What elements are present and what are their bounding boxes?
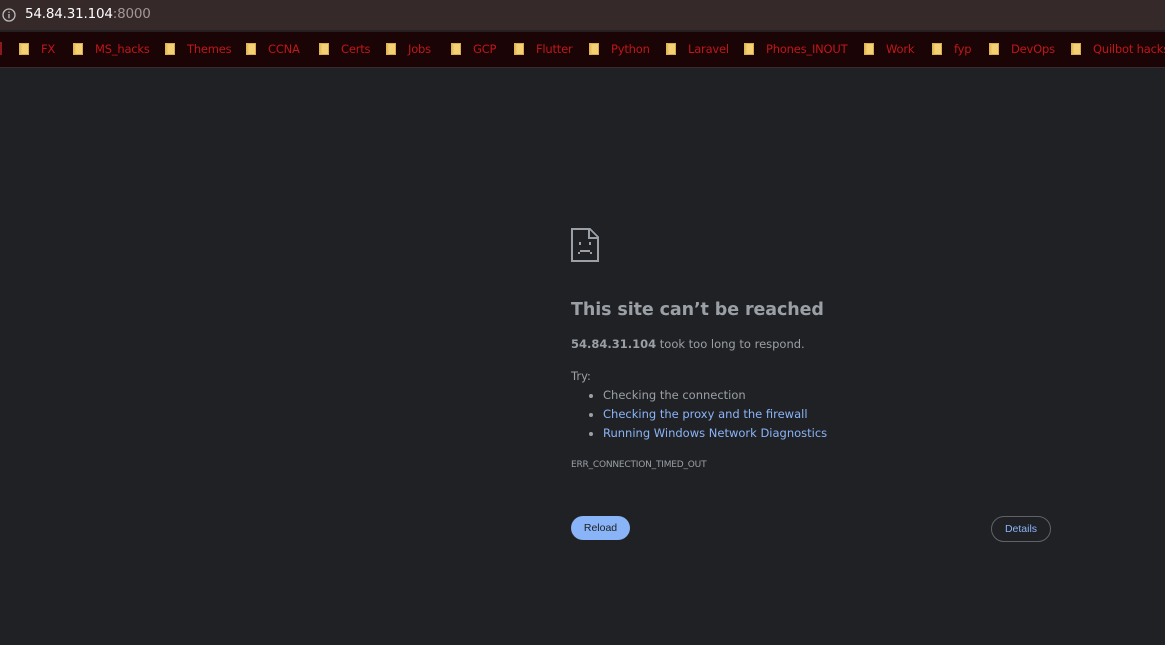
bookmark-label: Work xyxy=(886,42,915,56)
bookmark-item[interactable]: Quilbot hacks xyxy=(1071,40,1165,58)
bookmark-label: FX xyxy=(41,42,56,56)
suggestion-check-proxy-link[interactable]: Checking the proxy and the firewall xyxy=(571,406,827,425)
error-description-suffix: took too long to respond. xyxy=(656,337,805,351)
try-label: Try: xyxy=(571,369,591,383)
reload-button[interactable]: Reload xyxy=(571,516,630,540)
address-bar[interactable]: 54.84.31.104:8000 xyxy=(0,0,1165,31)
bookmark-label: Quilbot hacks xyxy=(1093,42,1165,56)
bookmark-item[interactable]: Python xyxy=(589,40,650,58)
browser-window: 54.84.31.104:8000 FX MS_hacks Themes CCNA Ce… xyxy=(0,0,1165,645)
folder-icon xyxy=(864,43,874,55)
folder-icon xyxy=(246,43,256,55)
bookmark-label: Themes xyxy=(187,42,232,56)
folder-icon xyxy=(514,43,524,55)
bookmark-label: CCNA xyxy=(268,42,300,56)
url-text[interactable]: 54.84.31.104:8000 xyxy=(25,6,151,22)
suggestions-list: Checking the connection Checking the pro… xyxy=(571,387,827,444)
details-button[interactable]: Details xyxy=(991,516,1051,542)
suggestion-check-connection: Checking the connection xyxy=(571,387,827,406)
bookmark-item[interactable]: Certs xyxy=(319,40,371,58)
suggestion-network-diagnostics-link[interactable]: Running Windows Network Diagnostics xyxy=(571,425,827,444)
folder-icon xyxy=(666,43,676,55)
error-code: ERR_CONNECTION_TIMED_OUT xyxy=(571,460,707,470)
error-host: 54.84.31.104 xyxy=(571,337,657,351)
bookmark-label: Jobs xyxy=(408,42,431,56)
folder-icon xyxy=(19,43,29,55)
bookmark-overflow-edge xyxy=(0,42,2,55)
sad-page-icon xyxy=(571,228,599,262)
bookmark-item[interactable]: Jobs xyxy=(386,40,431,58)
bookmark-item[interactable]: Work xyxy=(864,40,915,58)
folder-icon xyxy=(73,43,83,55)
bookmark-item[interactable]: Flutter xyxy=(514,40,573,58)
folder-icon xyxy=(386,43,396,55)
folder-icon xyxy=(165,43,175,55)
url-host: 54.84.31.104 xyxy=(25,6,113,22)
bookmark-item[interactable]: Phones_INOUT xyxy=(744,40,848,58)
folder-icon xyxy=(589,43,599,55)
bookmark-label: Phones_INOUT xyxy=(766,42,848,56)
bookmarks-bar: FX MS_hacks Themes CCNA Certs Jobs GCP Flutter P… xyxy=(0,32,1165,68)
bookmark-item[interactable]: FX xyxy=(19,40,55,58)
folder-icon xyxy=(744,43,754,55)
bookmark-label: Python xyxy=(611,42,650,56)
bookmark-label: DevOps xyxy=(1011,42,1055,56)
error-description: 54.84.31.104 took too long to respond. xyxy=(571,337,805,351)
folder-icon xyxy=(319,43,329,55)
bookmark-item[interactable]: DevOps xyxy=(989,40,1055,58)
bookmark-item[interactable]: Laravel xyxy=(666,40,729,58)
bookmark-item[interactable]: fyp xyxy=(932,40,972,58)
info-icon[interactable] xyxy=(2,8,16,22)
bookmark-label: MS_hacks xyxy=(95,42,150,56)
folder-icon xyxy=(451,43,461,55)
bookmark-item[interactable]: GCP xyxy=(451,40,496,58)
folder-icon xyxy=(932,43,942,55)
bookmark-label: Flutter xyxy=(536,42,573,56)
bookmark-item[interactable]: MS_hacks xyxy=(73,40,150,58)
bookmark-label: Certs xyxy=(341,42,371,56)
folder-icon xyxy=(1071,43,1081,55)
bookmark-label: fyp xyxy=(954,42,972,56)
url-port: :8000 xyxy=(112,6,151,22)
bookmark-item[interactable]: Themes xyxy=(165,40,232,58)
bookmark-label: Laravel xyxy=(688,42,729,56)
error-title: This site can’t be reached xyxy=(571,300,824,320)
folder-icon xyxy=(989,43,999,55)
bookmark-item[interactable]: CCNA xyxy=(246,40,300,58)
bookmark-label: GCP xyxy=(473,42,497,56)
